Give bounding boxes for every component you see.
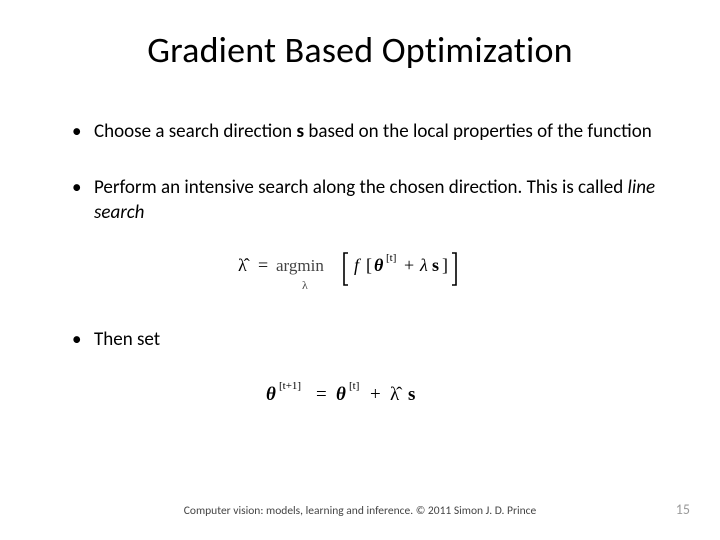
svg-text:λ̂: λ̂ <box>238 255 250 275</box>
svg-text:λ̂: λ̂ <box>390 384 402 405</box>
svg-text:=: = <box>258 255 268 275</box>
svg-text:θ: θ <box>266 384 276 405</box>
svg-text:s: s <box>432 255 439 275</box>
slide: Gradient Based Optimization Choose a sea… <box>0 0 720 540</box>
svg-text:argmin: argmin <box>276 256 324 275</box>
bullet1-pre: Choose a search direction <box>94 120 296 143</box>
page-number: 15 <box>676 501 690 518</box>
slide-title: Gradient Based Optimization <box>40 28 680 72</box>
svg-text:f: f <box>354 255 362 275</box>
svg-text:+: + <box>404 255 414 275</box>
formula-1-svg: λ̂ = argmin λ f [ θ [t] + λ s ] <box>230 249 490 297</box>
svg-text:]: ] <box>442 255 448 275</box>
bullet-item-1: Choose a search direction s based on the… <box>94 120 680 144</box>
svg-text:[t]: [t] <box>386 252 396 264</box>
bullet1-var: s <box>296 120 304 143</box>
svg-text:[t+1]: [t+1] <box>279 380 301 392</box>
bullet-item-2: Perform an intensive search along the ch… <box>94 176 680 225</box>
bullet1-post: based on the local properties of the fun… <box>304 120 652 143</box>
formula-1: λ̂ = argmin λ f [ θ [t] + λ s ] <box>40 249 680 302</box>
bullet2-pre: Perform an intensive search along the ch… <box>94 176 627 199</box>
svg-text:λ: λ <box>302 278 308 292</box>
bullet-list-2: Then set <box>40 328 680 352</box>
svg-text:θ: θ <box>336 384 346 405</box>
svg-text:s: s <box>408 384 415 405</box>
svg-text:=: = <box>316 384 327 405</box>
svg-text:+: + <box>370 384 381 405</box>
bullet-item-3: Then set <box>94 328 680 352</box>
svg-text:[: [ <box>366 255 372 275</box>
svg-text:θ: θ <box>374 255 384 275</box>
bullet3-text: Then set <box>94 328 160 351</box>
svg-text:[t]: [t] <box>349 380 359 392</box>
slide-footer: Computer vision: models, learning and in… <box>0 504 720 518</box>
formula-2-svg: θ [t+1] = θ [t] + λ̂ s <box>250 376 470 410</box>
footer-text: Computer vision: models, learning and in… <box>0 504 720 518</box>
formula-2: θ [t+1] = θ [t] + λ̂ s <box>40 376 680 415</box>
svg-text:λ: λ <box>419 255 428 275</box>
bullet-list: Choose a search direction s based on the… <box>40 120 680 225</box>
